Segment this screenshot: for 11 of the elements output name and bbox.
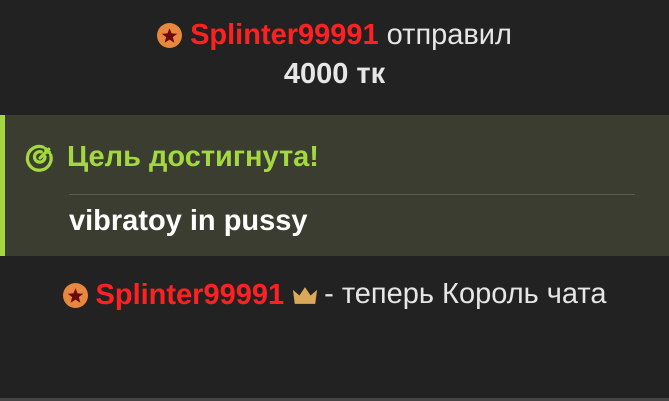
target-icon: [25, 142, 55, 172]
username[interactable]: Splinter99991: [190, 15, 379, 55]
star-badge-icon: [157, 22, 182, 48]
goal-title: Цель достигнута!: [67, 141, 319, 174]
username[interactable]: Splinter99991: [96, 271, 284, 320]
tip-amount: 4000 тк: [282, 57, 386, 92]
message-text: отправил: [386, 18, 512, 53]
crown-icon: [292, 286, 318, 305]
message-text: - теперь Король чата: [324, 278, 606, 310]
star-badge-icon: [62, 282, 88, 308]
goal-text: vibratoy in pussy: [69, 205, 309, 238]
